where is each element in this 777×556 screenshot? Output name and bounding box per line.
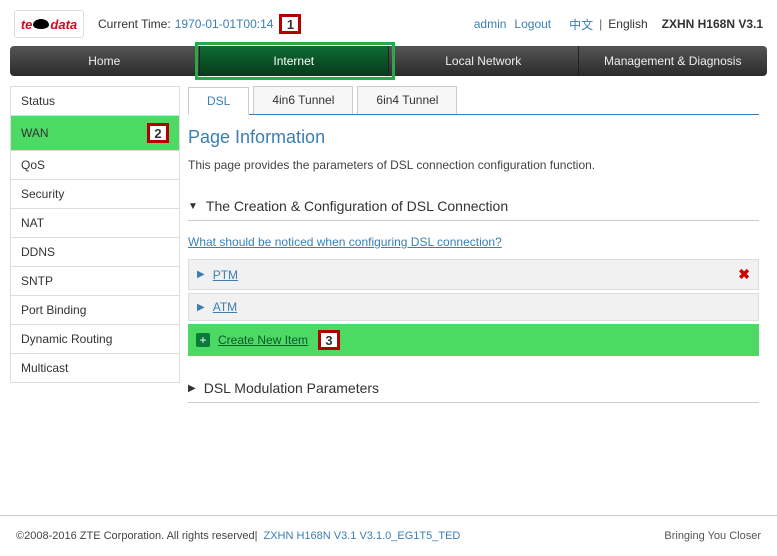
nav-local-network[interactable]: Local Network xyxy=(389,46,579,76)
delete-icon[interactable]: ✖ xyxy=(738,266,750,283)
top-bar: te data Current Time: 1970-01-01T00:14 1… xyxy=(0,0,777,46)
caret-right-icon: ▶ xyxy=(197,269,205,280)
sidebar-item-dynamic-routing[interactable]: Dynamic Routing xyxy=(10,325,180,354)
caret-right-icon: ▶ xyxy=(197,302,205,313)
caret-down-icon: ▼ xyxy=(188,201,198,212)
section-dsl-connection[interactable]: ▼ The Creation & Configuration of DSL Co… xyxy=(188,192,759,221)
sidebar-item-security[interactable]: Security xyxy=(10,180,180,209)
section-title: The Creation & Configuration of DSL Conn… xyxy=(206,198,508,214)
current-time-label: Current Time: xyxy=(98,17,171,31)
create-new-item-row[interactable]: + Create New Item 3 xyxy=(188,324,759,356)
lang-separator: | xyxy=(599,17,602,31)
footer-copyright: ©2008-2016 ZTE Corporation. All rights r… xyxy=(16,530,255,542)
connection-label[interactable]: ATM xyxy=(213,300,237,314)
tab-6in4[interactable]: 6in4 Tunnel xyxy=(357,86,457,114)
tab-bar: DSL 4in6 Tunnel 6in4 Tunnel xyxy=(188,86,759,115)
sidebar-item-ddns[interactable]: DDNS xyxy=(10,238,180,267)
create-new-item-link[interactable]: Create New Item xyxy=(218,333,308,347)
footer: ©2008-2016 ZTE Corporation. All rights r… xyxy=(0,515,777,556)
sidebar-item-label: QoS xyxy=(21,158,45,172)
logo-text-data: data xyxy=(50,17,77,32)
sidebar-item-label: Port Binding xyxy=(21,303,86,317)
logout-link[interactable]: Logout xyxy=(514,17,551,31)
nav-home[interactable]: Home xyxy=(10,46,200,76)
footer-firmware-link[interactable]: ZXHN H168N V3.1 V3.1.0_EG1T5_TED xyxy=(263,530,460,542)
sidebar-item-label: Security xyxy=(21,187,64,201)
tab-4in6[interactable]: 4in6 Tunnel xyxy=(253,86,353,114)
help-link-dsl[interactable]: What should be noticed when configuring … xyxy=(188,235,502,249)
username-link[interactable]: admin xyxy=(474,17,507,31)
sidebar-item-qos[interactable]: QoS xyxy=(10,151,180,180)
content-area: DSL 4in6 Tunnel 6in4 Tunnel Page Informa… xyxy=(180,86,767,411)
section-title: DSL Modulation Parameters xyxy=(204,380,379,396)
lang-english-label: English xyxy=(608,17,647,31)
page-description: This page provides the parameters of DSL… xyxy=(188,158,759,172)
caret-right-icon: ▶ xyxy=(188,383,196,394)
sidebar-item-label: Status xyxy=(21,94,55,108)
sidebar-item-sntp[interactable]: SNTP xyxy=(10,267,180,296)
sidebar-item-port-binding[interactable]: Port Binding xyxy=(10,296,180,325)
sidebar-item-label: SNTP xyxy=(21,274,53,288)
footer-separator: | xyxy=(255,530,258,542)
footer-slogan: Bringing You Closer xyxy=(664,530,761,542)
sidebar-item-nat[interactable]: NAT xyxy=(10,209,180,238)
device-model: ZXHN H168N V3.1 xyxy=(662,17,763,31)
connection-label[interactable]: PTM xyxy=(213,268,238,282)
main-nav: Home Internet Local Network Management &… xyxy=(10,46,767,76)
page-title: Page Information xyxy=(188,127,759,148)
sidebar: Status WAN 2 QoS Security NAT DDNS SNTP … xyxy=(10,86,180,411)
plus-icon: + xyxy=(196,333,210,347)
current-time-value: 1970-01-01T00:14 xyxy=(175,17,274,31)
sidebar-item-multicast[interactable]: Multicast xyxy=(10,354,180,383)
sidebar-item-wan[interactable]: WAN 2 xyxy=(10,116,180,151)
step-marker-1: 1 xyxy=(279,14,301,34)
connection-row-atm[interactable]: ▶ ATM xyxy=(188,293,759,321)
sidebar-item-label: WAN xyxy=(21,126,49,140)
eye-icon xyxy=(33,19,49,29)
nav-management[interactable]: Management & Diagnosis xyxy=(579,46,768,76)
sidebar-item-label: NAT xyxy=(21,216,44,230)
lang-chinese-link[interactable]: 中文 xyxy=(569,16,593,33)
brand-logo: te data xyxy=(14,10,84,38)
sidebar-item-status[interactable]: Status xyxy=(10,86,180,116)
step-marker-3: 3 xyxy=(318,330,340,350)
sidebar-item-label: Dynamic Routing xyxy=(21,332,112,346)
sidebar-item-label: Multicast xyxy=(21,361,68,375)
section-dsl-modulation[interactable]: ▶ DSL Modulation Parameters xyxy=(188,374,759,403)
logo-text-te: te xyxy=(21,17,33,32)
step-marker-2: 2 xyxy=(147,123,169,143)
tab-dsl[interactable]: DSL xyxy=(188,87,249,115)
sidebar-item-label: DDNS xyxy=(21,245,55,259)
nav-internet[interactable]: Internet xyxy=(200,46,390,76)
connection-row-ptm[interactable]: ▶ PTM ✖ xyxy=(188,259,759,290)
